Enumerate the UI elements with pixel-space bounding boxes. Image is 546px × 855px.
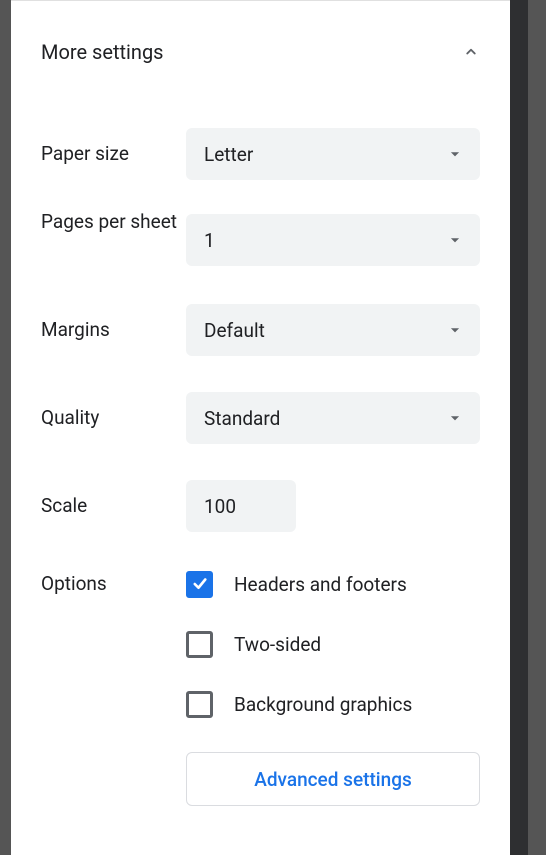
quality-value: Standard (204, 407, 280, 430)
dropdown-arrow-icon (448, 147, 462, 161)
two-sided-option[interactable]: Two-sided (186, 628, 480, 660)
pages-per-sheet-value: 1 (204, 229, 215, 252)
margins-select[interactable]: Default (186, 304, 480, 356)
section-title: More settings (41, 40, 164, 64)
margins-value: Default (204, 319, 265, 342)
settings-panel: More settings Paper size Letter Pages pe… (11, 0, 510, 855)
headers-footers-checkbox[interactable] (186, 571, 213, 598)
dropdown-arrow-icon (448, 323, 462, 337)
options-label: Options (41, 568, 186, 806)
margins-label: Margins (41, 318, 186, 343)
background-graphics-option[interactable]: Background graphics (186, 688, 480, 720)
scale-input[interactable] (186, 480, 296, 532)
quality-select[interactable]: Standard (186, 392, 480, 444)
paper-size-value: Letter (204, 143, 253, 166)
advanced-settings-button[interactable]: Advanced settings (186, 752, 480, 806)
two-sided-label: Two-sided (234, 633, 321, 656)
paper-size-select[interactable]: Letter (186, 128, 480, 180)
window-backdrop: More settings Paper size Letter Pages pe… (0, 0, 546, 855)
options-list: Headers and footers Two-sided Background… (186, 568, 480, 806)
quality-row: Quality Standard (41, 392, 480, 444)
headers-footers-label: Headers and footers (234, 573, 407, 596)
background-graphics-label: Background graphics (234, 693, 412, 716)
more-settings-header[interactable]: More settings (41, 40, 480, 64)
options-row: Options Headers and footers Two-sided (41, 568, 480, 806)
quality-label: Quality (41, 406, 186, 431)
top-divider (11, 0, 510, 1)
pages-per-sheet-label: Pages per sheet (41, 210, 186, 235)
background-graphics-checkbox[interactable] (186, 691, 213, 718)
chevron-up-icon (462, 43, 480, 61)
scale-row: Scale (41, 480, 480, 532)
paper-size-label: Paper size (41, 142, 186, 167)
margins-row: Margins Default (41, 304, 480, 356)
two-sided-checkbox[interactable] (186, 631, 213, 658)
pages-per-sheet-select[interactable]: 1 (186, 214, 480, 266)
dropdown-arrow-icon (448, 411, 462, 425)
pages-per-sheet-row: Pages per sheet 1 (41, 210, 480, 266)
scale-label: Scale (41, 494, 186, 519)
window-divider (510, 0, 528, 855)
dropdown-arrow-icon (448, 233, 462, 247)
paper-size-row: Paper size Letter (41, 128, 480, 180)
headers-footers-option[interactable]: Headers and footers (186, 568, 480, 600)
